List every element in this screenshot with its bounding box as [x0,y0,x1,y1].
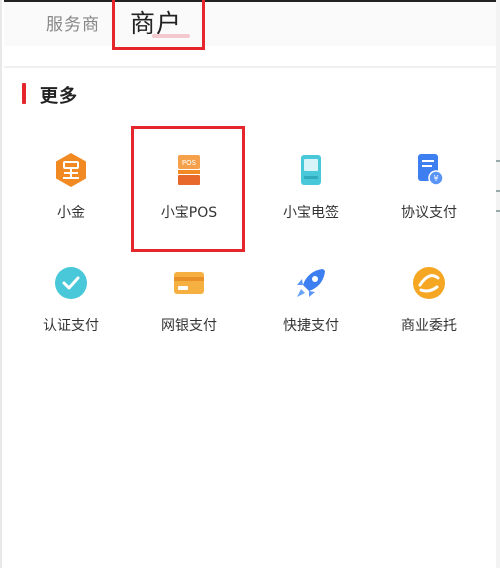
grid-item-label: 协议支付 [401,205,457,221]
rocket-icon [291,263,331,303]
e-sign-device-icon [291,150,331,190]
agreement-payment-icon: ¥ [409,150,449,190]
grid-item-certified-payment[interactable]: 认证支付 [12,263,130,363]
check-circle-icon [51,263,91,303]
app-screen: 服务商 商户 更多 小金 POS 小宝POS 小宝电签 ¥ 协议支付 认证支付 … [0,0,498,568]
grid-item-business-entrust[interactable]: 商业委托 [370,263,488,363]
edge-mark [496,210,500,212]
bank-card-icon [169,263,209,303]
section-title: 更多 [40,86,78,107]
divider [4,66,498,68]
grid-item-quick-payment[interactable]: 快捷支付 [252,263,370,363]
tab-bar: 服务商 商户 [4,0,498,46]
hexagon-coin-icon [51,150,91,190]
tab-service-provider[interactable]: 服务商 [46,10,100,35]
grid-item-label: 小宝电签 [283,205,339,221]
highlight-box-merchant-tab [112,0,205,50]
grid-item-label: 快捷支付 [283,318,339,334]
grid-item-online-banking-payment[interactable]: 网银支付 [130,263,248,363]
grid-item-agreement-payment[interactable]: ¥ 协议支付 [370,150,488,250]
grid-item-label: 认证支付 [43,318,99,334]
edge-mark [496,160,500,162]
highlight-box-pos-item [131,126,245,252]
grid-item-label: 网银支付 [161,318,217,334]
grid-item-xiaobao-esign[interactable]: 小宝电签 [252,150,370,250]
grid-item-xiaojin[interactable]: 小金 [12,150,130,250]
edge-mark [496,190,500,192]
svg-text:¥: ¥ [433,174,438,183]
window-edge [496,0,500,568]
business-entrust-icon [409,263,449,303]
section-marker [22,83,26,104]
grid-item-label: 小金 [57,205,85,221]
top-border [4,0,498,2]
grid-item-label: 商业委托 [401,318,457,334]
